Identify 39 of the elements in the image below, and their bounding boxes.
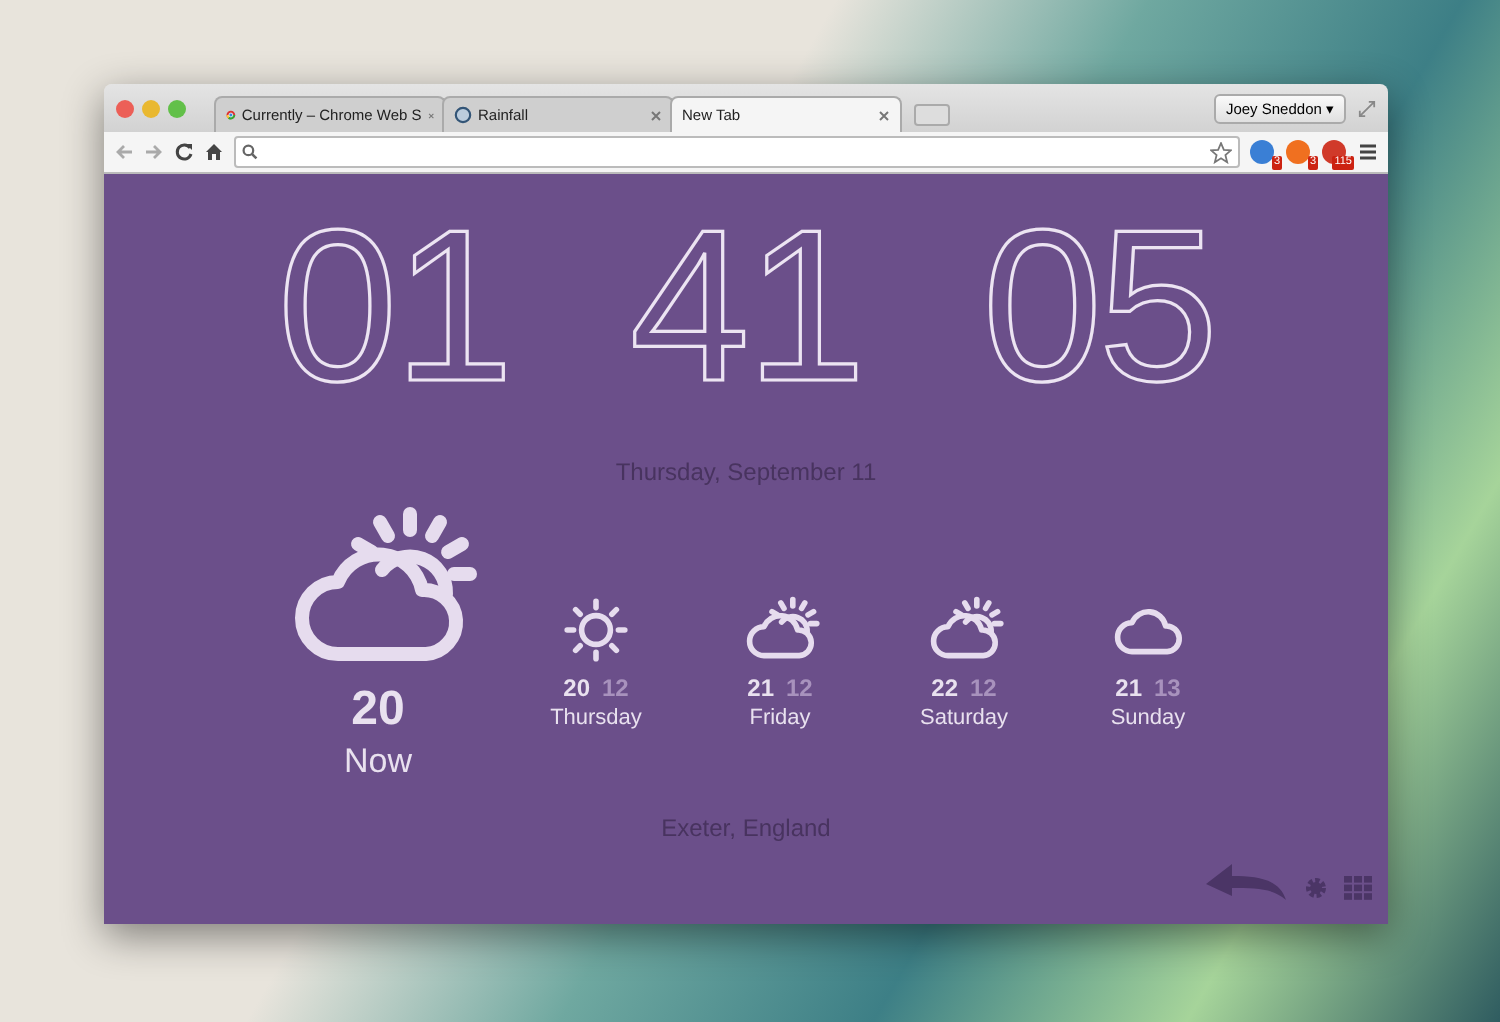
forecast-day: Thursday [550, 706, 642, 730]
clock-minutes: 41 [629, 198, 863, 414]
high-temperature: 22 [931, 674, 958, 702]
forward-icon[interactable] [144, 142, 164, 162]
clock-hours: 01 [277, 198, 510, 414]
current-temperature: 20 [351, 682, 405, 738]
low-temperature: 13 [1154, 674, 1181, 702]
reload-icon[interactable] [174, 142, 194, 162]
forecast-day: Saturday [919, 706, 1009, 730]
apps-grid-icon[interactable] [1344, 876, 1372, 900]
extension-icon[interactable] [1286, 139, 1310, 163]
address-bar[interactable] [234, 136, 1240, 168]
star-icon[interactable] [1210, 141, 1232, 163]
low-temperature: 12 [602, 674, 629, 702]
home-icon[interactable] [204, 142, 224, 162]
extension-icon[interactable] [1250, 139, 1274, 163]
high-temperature: 21 [1115, 674, 1142, 702]
search-icon [242, 144, 258, 160]
zoom-button[interactable] [168, 99, 186, 117]
low-temperature: 12 [970, 674, 997, 702]
high-temperature: 20 [563, 674, 590, 702]
fullscreen-icon[interactable] [1358, 99, 1376, 117]
close-icon[interactable] [650, 109, 662, 121]
menu-icon[interactable] [1358, 142, 1378, 162]
minimize-button[interactable] [142, 99, 160, 117]
share-arrow-icon[interactable] [1204, 860, 1288, 900]
clock-seconds: 05 [982, 198, 1215, 414]
now-label: Now [343, 742, 412, 782]
new-tab-button[interactable] [914, 104, 950, 126]
low-temperature: 12 [786, 674, 813, 702]
forecast-day: Friday [749, 706, 811, 730]
forecast-day: Sunday [1110, 706, 1186, 730]
chrome-favicon-icon [226, 106, 236, 124]
close-button[interactable] [116, 99, 134, 117]
back-icon[interactable] [114, 142, 134, 162]
globe-icon [454, 106, 472, 124]
settings-icon[interactable] [1304, 876, 1328, 900]
high-temperature: 21 [747, 674, 774, 702]
close-icon[interactable] [878, 109, 890, 121]
